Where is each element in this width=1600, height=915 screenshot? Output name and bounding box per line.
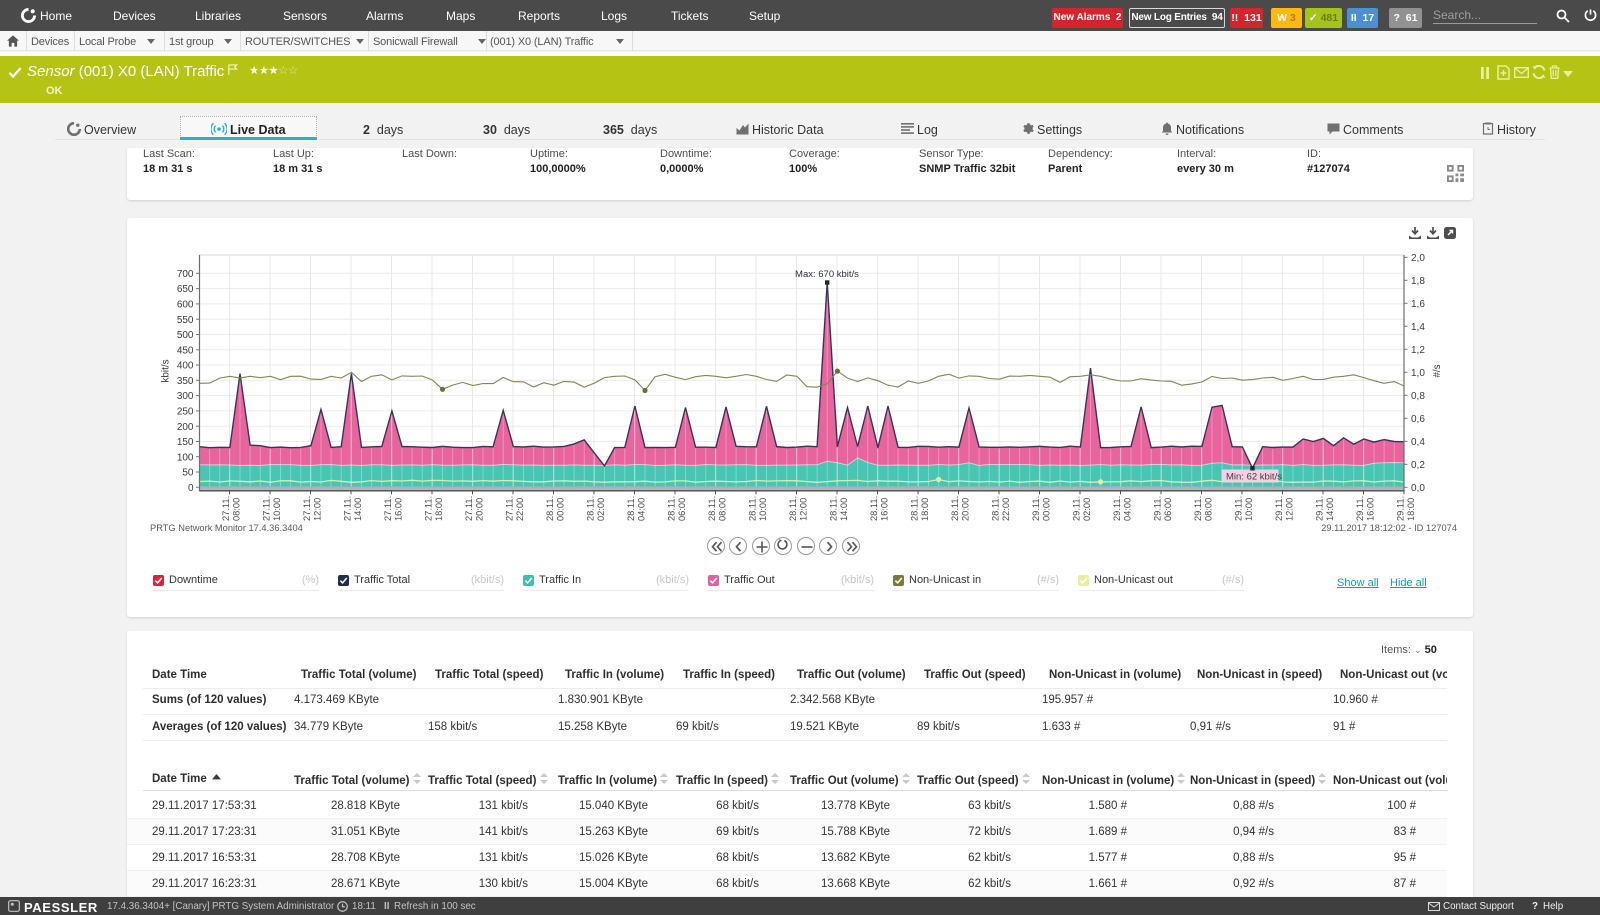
svg-text:12:00: 12:00	[799, 498, 809, 521]
svg-text:28.11.: 28.11.	[829, 496, 839, 521]
svg-text:1,8: 1,8	[1411, 276, 1425, 287]
svg-text:16:00: 16:00	[1366, 498, 1376, 521]
svg-text:27.11.: 27.11.	[464, 496, 474, 521]
svg-text:29.11.: 29.11.	[1355, 496, 1365, 521]
svg-text:Min: 62 kbit/s: Min: 62 kbit/s	[1226, 472, 1282, 483]
svg-text:14:00: 14:00	[839, 498, 849, 521]
svg-text:1,6: 1,6	[1411, 299, 1425, 310]
svg-text:Max: 670 kbit/s: Max: 670 kbit/s	[795, 269, 859, 280]
svg-text:0,6: 0,6	[1411, 414, 1425, 425]
svg-text:00:00: 00:00	[1042, 498, 1052, 521]
svg-text:29.11.: 29.11.	[1234, 496, 1244, 521]
svg-text:550: 550	[177, 315, 194, 326]
svg-text:08:00: 08:00	[1204, 498, 1214, 521]
svg-text:28.11.: 28.11.	[950, 496, 960, 521]
svg-text:29.11.: 29.11.	[1031, 496, 1041, 521]
svg-text:16:00: 16:00	[880, 498, 890, 521]
svg-text:29.11.: 29.11.	[1112, 496, 1122, 521]
svg-text:28.11.: 28.11.	[788, 496, 798, 521]
svg-text:27.11.: 27.11.	[424, 496, 434, 521]
svg-text:08:00: 08:00	[232, 498, 242, 521]
svg-text:00:00: 00:00	[556, 498, 566, 521]
svg-text:06:00: 06:00	[1163, 498, 1173, 521]
svg-text:27.11.: 27.11.	[343, 496, 353, 521]
svg-text:12:00: 12:00	[1285, 498, 1295, 521]
svg-text:28.11.: 28.11.	[869, 496, 879, 521]
svg-text:28.11.: 28.11.	[586, 496, 596, 521]
svg-text:28.11.: 28.11.	[707, 496, 717, 521]
svg-text:0: 0	[188, 483, 194, 494]
svg-text:08:00: 08:00	[718, 498, 728, 521]
svg-text:18:00: 18:00	[1406, 498, 1416, 521]
svg-text:500: 500	[177, 330, 194, 341]
svg-text:kbit/s: kbit/s	[161, 359, 172, 382]
svg-text:1,0: 1,0	[1411, 368, 1425, 379]
svg-text:04:00: 04:00	[1123, 498, 1133, 521]
svg-text:12:00: 12:00	[313, 498, 323, 521]
svg-text:16:00: 16:00	[394, 498, 404, 521]
svg-text:27.11.: 27.11.	[383, 496, 393, 521]
svg-text:28.11.: 28.11.	[667, 496, 677, 521]
svg-text:29.11.: 29.11.	[1072, 496, 1082, 521]
svg-text:22:00: 22:00	[515, 498, 525, 521]
svg-text:0,2: 0,2	[1411, 460, 1425, 471]
svg-text:27.11.: 27.11.	[302, 496, 312, 521]
svg-text:28.11.: 28.11.	[910, 496, 920, 521]
svg-text:29.11.: 29.11.	[1274, 496, 1284, 521]
svg-text:20:00: 20:00	[961, 498, 971, 521]
svg-text:#/s: #/s	[1432, 364, 1443, 377]
svg-text:28.11.: 28.11.	[626, 496, 636, 521]
svg-text:27.11.: 27.11.	[262, 496, 272, 521]
svg-text:150: 150	[177, 437, 194, 448]
svg-text:10:00: 10:00	[1244, 498, 1254, 521]
svg-text:400: 400	[177, 361, 194, 372]
svg-text:29.11.: 29.11.	[1396, 496, 1406, 521]
svg-text:14:00: 14:00	[1325, 498, 1335, 521]
svg-text:04:00: 04:00	[637, 498, 647, 521]
svg-text:100: 100	[177, 452, 194, 463]
svg-text:1,4: 1,4	[1411, 322, 1425, 333]
svg-text:29.11.: 29.11.	[1153, 496, 1163, 521]
svg-text:29.11.2017 18:12:02 - ID 12707: 29.11.2017 18:12:02 - ID 127074	[1321, 523, 1457, 533]
svg-text:22:00: 22:00	[1001, 498, 1011, 521]
svg-text:28.11.: 28.11.	[991, 496, 1001, 521]
svg-text:29.11.: 29.11.	[1193, 496, 1203, 521]
svg-text:300: 300	[177, 391, 194, 402]
svg-text:700: 700	[177, 269, 194, 280]
svg-text:14:00: 14:00	[353, 498, 363, 521]
svg-text:600: 600	[177, 300, 194, 311]
svg-text:02:00: 02:00	[1082, 498, 1092, 521]
svg-text:06:00: 06:00	[677, 498, 687, 521]
svg-text:18:00: 18:00	[434, 498, 444, 521]
svg-text:250: 250	[177, 407, 194, 418]
svg-text:0,4: 0,4	[1411, 437, 1425, 448]
svg-text:350: 350	[177, 376, 194, 387]
svg-text:650: 650	[177, 284, 194, 295]
svg-text:450: 450	[177, 345, 194, 356]
svg-text:2,0: 2,0	[1411, 253, 1425, 264]
svg-text:1,2: 1,2	[1411, 345, 1425, 356]
svg-text:0,0: 0,0	[1411, 483, 1425, 494]
svg-text:29.11.: 29.11.	[1315, 496, 1325, 521]
svg-text:02:00: 02:00	[596, 498, 606, 521]
svg-text:18:00: 18:00	[920, 498, 930, 521]
svg-text:0,8: 0,8	[1411, 391, 1425, 402]
svg-text:200: 200	[177, 422, 194, 433]
svg-text:50: 50	[182, 468, 194, 479]
svg-text:20:00: 20:00	[475, 498, 485, 521]
svg-text:28.11.: 28.11.	[748, 496, 758, 521]
svg-text:PRTG Network Monitor 17.4.36.3: PRTG Network Monitor 17.4.36.3404	[150, 523, 303, 533]
svg-text:28.11.: 28.11.	[545, 496, 555, 521]
svg-text:27.11.: 27.11.	[221, 496, 231, 521]
svg-text:27.11.: 27.11.	[505, 496, 515, 521]
svg-text:10:00: 10:00	[758, 498, 768, 521]
svg-text:10:00: 10:00	[272, 498, 282, 521]
